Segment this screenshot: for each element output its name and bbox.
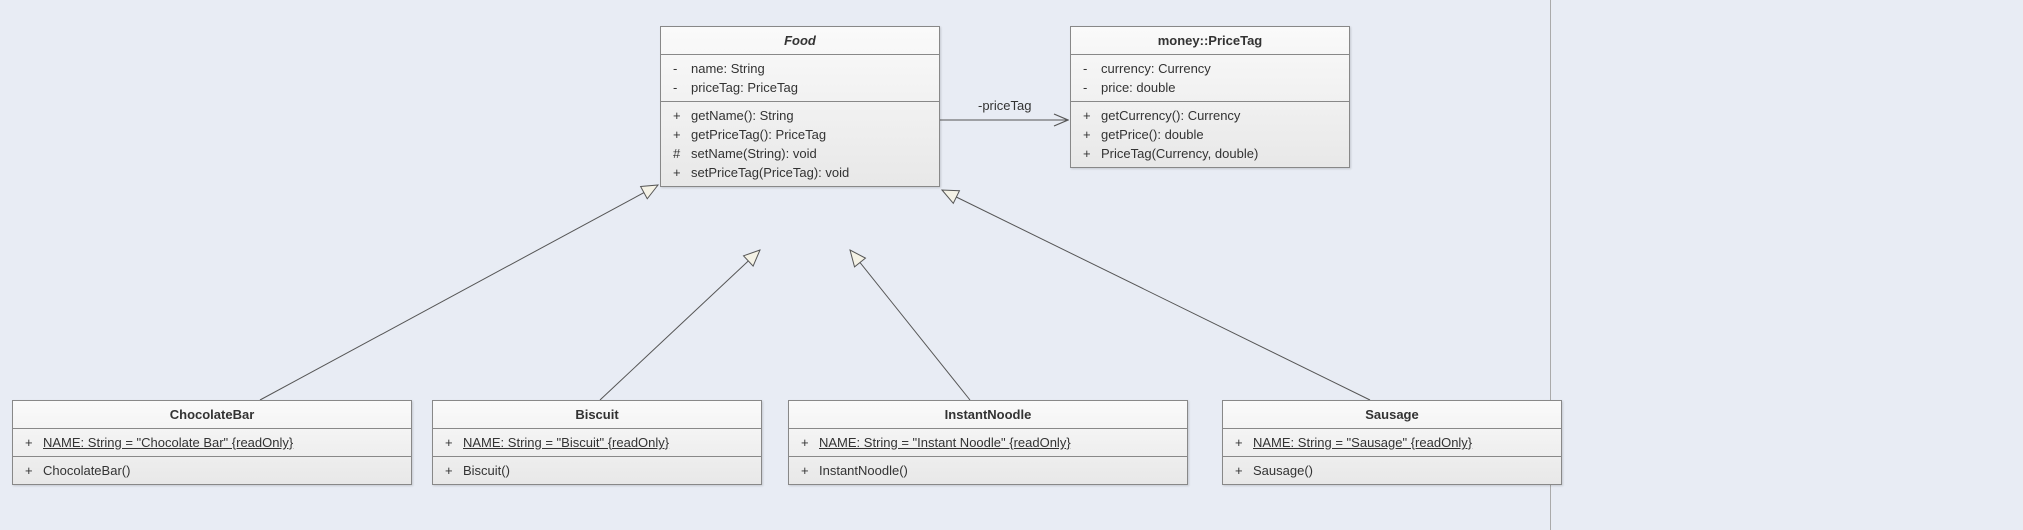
class-instantnoodle-name: InstantNoodle bbox=[789, 401, 1187, 429]
class-instantnoodle-attributes: +NAME: String = "Instant Noodle" {readOn… bbox=[789, 429, 1187, 457]
class-sausage-name: Sausage bbox=[1223, 401, 1561, 429]
association-label: -priceTag bbox=[978, 98, 1031, 113]
class-biscuit[interactable]: Biscuit +NAME: String = "Biscuit" {readO… bbox=[432, 400, 762, 485]
class-pricetag-attributes: -currency: Currency -price: double bbox=[1071, 55, 1349, 102]
class-food-attributes: -name: String -priceTag: PriceTag bbox=[661, 55, 939, 102]
class-biscuit-operations: +Biscuit() bbox=[433, 457, 761, 484]
class-biscuit-name: Biscuit bbox=[433, 401, 761, 429]
diagram-canvas: -priceTag Food -name: String -priceTag: … bbox=[0, 0, 2023, 530]
class-food-operations: +getName(): String +getPriceTag(): Price… bbox=[661, 102, 939, 186]
class-food-name: Food bbox=[661, 27, 939, 55]
class-chocolatebar[interactable]: ChocolateBar +NAME: String = "Chocolate … bbox=[12, 400, 412, 485]
class-chocolatebar-operations: +ChocolateBar() bbox=[13, 457, 411, 484]
class-chocolatebar-attributes: +NAME: String = "Chocolate Bar" {readOnl… bbox=[13, 429, 411, 457]
class-chocolatebar-name: ChocolateBar bbox=[13, 401, 411, 429]
class-sausage-operations: +Sausage() bbox=[1223, 457, 1561, 484]
class-sausage[interactable]: Sausage +NAME: String = "Sausage" {readO… bbox=[1222, 400, 1562, 485]
class-pricetag-operations: +getCurrency(): Currency +getPrice(): do… bbox=[1071, 102, 1349, 167]
class-food[interactable]: Food -name: String -priceTag: PriceTag +… bbox=[660, 26, 940, 187]
class-biscuit-attributes: +NAME: String = "Biscuit" {readOnly} bbox=[433, 429, 761, 457]
class-instantnoodle[interactable]: InstantNoodle +NAME: String = "Instant N… bbox=[788, 400, 1188, 485]
class-pricetag-name: money::PriceTag bbox=[1071, 27, 1349, 55]
class-pricetag[interactable]: money::PriceTag -currency: Currency -pri… bbox=[1070, 26, 1350, 168]
class-instantnoodle-operations: +InstantNoodle() bbox=[789, 457, 1187, 484]
class-sausage-attributes: +NAME: String = "Sausage" {readOnly} bbox=[1223, 429, 1561, 457]
